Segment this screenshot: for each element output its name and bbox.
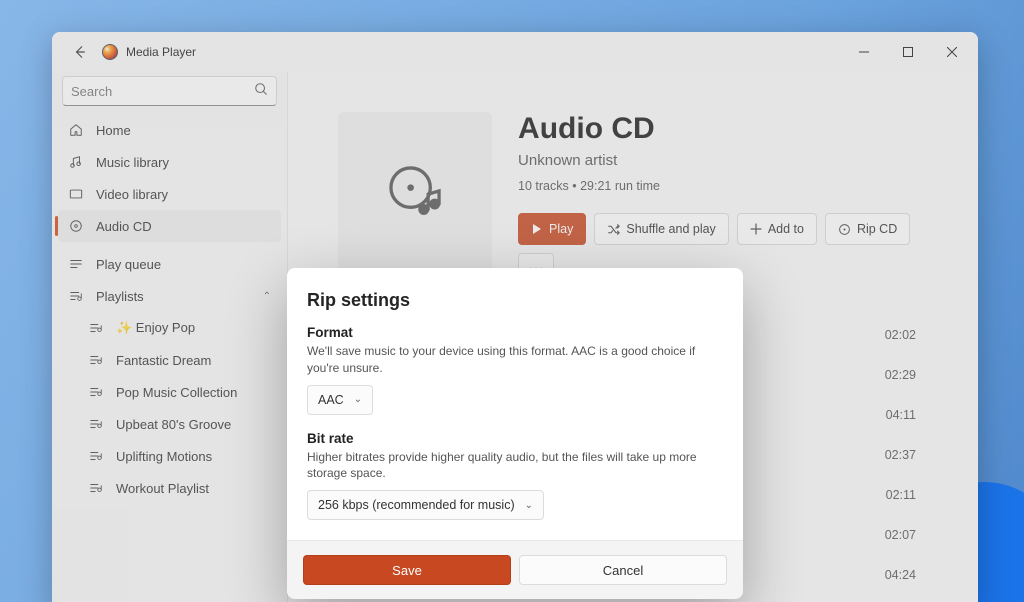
rip-settings-dialog: Rip settings Format We'll save music to … — [287, 268, 743, 599]
format-heading: Format — [307, 325, 723, 340]
bitrate-heading: Bit rate — [307, 431, 723, 446]
app-window: Media Player Home — [52, 32, 978, 602]
bitrate-value: 256 kbps (recommended for music) — [318, 498, 515, 512]
bitrate-dropdown[interactable]: 256 kbps (recommended for music) ⌄ — [307, 490, 544, 520]
cancel-button[interactable]: Cancel — [519, 555, 727, 585]
chevron-down-icon: ⌄ — [525, 500, 533, 511]
modal-overlay: Rip settings Format We'll save music to … — [52, 32, 978, 602]
format-dropdown[interactable]: AAC ⌄ — [307, 385, 373, 415]
save-button[interactable]: Save — [303, 555, 511, 585]
dialog-title: Rip settings — [307, 290, 723, 311]
bitrate-description: Higher bitrates provide higher quality a… — [307, 449, 723, 483]
format-value: AAC — [318, 393, 344, 407]
format-description: We'll save music to your device using th… — [307, 343, 723, 377]
chevron-down-icon: ⌄ — [354, 394, 362, 405]
